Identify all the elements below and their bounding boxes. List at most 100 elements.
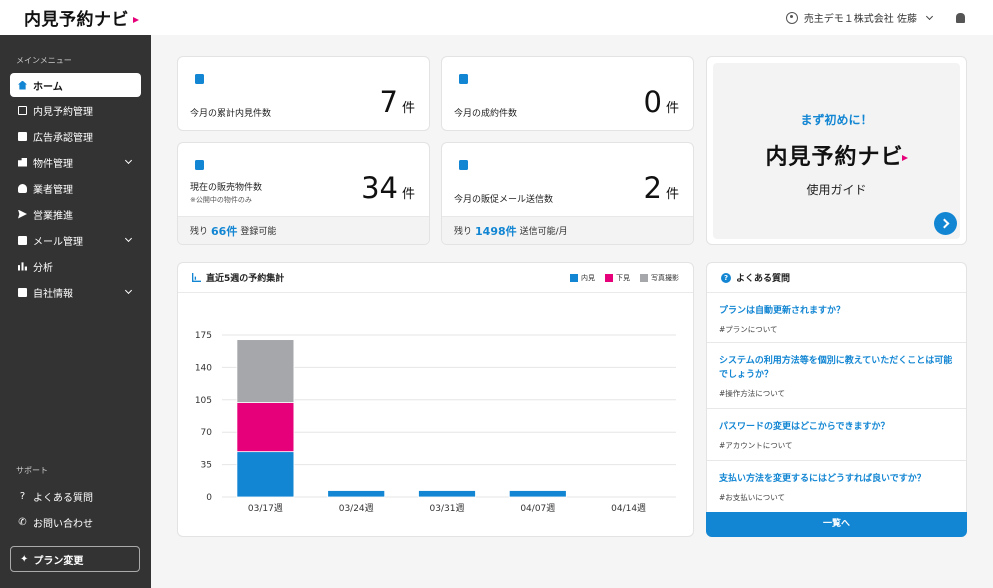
user-name: 売主デモ１株式会社 佐藤 xyxy=(803,14,917,25)
legend-item: 下見 xyxy=(605,273,630,283)
bar-chart-icon xyxy=(192,273,201,282)
sidebar-item-mail[interactable]: メール管理 xyxy=(0,227,151,253)
send-icon xyxy=(18,209,27,219)
chevron-down-icon xyxy=(124,234,133,243)
support-label: サポート xyxy=(16,466,48,475)
bar-segment xyxy=(508,490,567,498)
faq-question[interactable]: 支払い方法を変更するにはどうすれば良いですか？ xyxy=(719,472,954,486)
stat-footer-prefix: 残り xyxy=(190,227,209,237)
sidebar-item-label: お問い合わせ xyxy=(33,518,93,530)
faq-tag: #お支払いについて xyxy=(719,493,786,502)
sidebar-item-agents[interactable]: 業者管理 xyxy=(0,175,151,201)
stat-footer: 残り 66件 登録可能 xyxy=(178,216,429,244)
stat-unit: 件 xyxy=(401,187,415,202)
sidebar-item-faq[interactable]: ? よくある質問 xyxy=(0,483,151,509)
logo-arrow-icon xyxy=(901,155,908,161)
legend-swatch xyxy=(570,274,578,282)
x-tick-label: 04/07週 xyxy=(520,503,555,514)
faq-item[interactable]: 支払い方法を変更するにはどうすれば良いですか？ #お支払いについて xyxy=(707,461,966,513)
guide-logo: 内見予約ナビ xyxy=(713,139,960,171)
stat-card-monthly-viewings: 今月の累計内見件数 7件 xyxy=(177,56,430,131)
stat-value: 34 件 xyxy=(361,171,415,205)
briefcase-icon xyxy=(18,287,27,297)
sidebar-item-sales-promotion[interactable]: 営業推進 xyxy=(0,201,151,227)
building-icon xyxy=(195,160,204,170)
home-icon xyxy=(18,80,27,90)
stat-sub-note: ※公開中の物件のみ xyxy=(190,196,252,204)
app-header: 内見予約ナビ 売主デモ１株式会社 佐藤 xyxy=(0,0,993,35)
chevron-down-icon xyxy=(124,286,133,295)
legend-swatch xyxy=(640,274,648,282)
bar-segment xyxy=(418,490,476,498)
chevron-down-icon xyxy=(925,12,934,20)
sidebar-item-label: 広告承認管理 xyxy=(33,132,93,144)
mail-icon xyxy=(18,235,27,245)
stat-value: 0件 xyxy=(644,85,679,119)
stacked-bar-chart: 0 35 70 105 140 175 03/17週 03/24週 03/31週 04/07週 04… xyxy=(195,331,676,514)
stat-card-promo-mails: 今月の販促メール送信数 2件 残り 1498件 送信可能/月 xyxy=(441,142,694,245)
stat-value: 2件 xyxy=(644,171,679,205)
legend-label: 写真撮影 xyxy=(651,274,679,282)
stat-unit: 件 xyxy=(665,101,679,116)
faq-tag: #操作方法について xyxy=(719,389,786,398)
sidebar-item-home[interactable]: ホーム xyxy=(10,73,141,97)
guide-banner: まず初めに！ 内見予約ナビ 使用ガイド xyxy=(713,63,960,239)
bar-chart-icon xyxy=(18,262,27,271)
sidebar: メインメニュー ホーム 内見予約管理 広告承認管理 物件管理 業者管理 営業推進 xyxy=(0,35,151,588)
stat-number: 2 xyxy=(643,171,662,205)
sidebar-item-properties[interactable]: 物件管理 xyxy=(0,149,151,175)
y-tick-label: 0 xyxy=(206,493,212,503)
stat-label: 今月の累計内見件数 xyxy=(190,109,272,119)
stat-number: 7 xyxy=(379,85,398,119)
logo-arrow-icon xyxy=(133,16,139,23)
sidebar-item-label: 営業推進 xyxy=(33,210,73,222)
sidebar-item-label: ホーム xyxy=(33,81,63,93)
faq-question[interactable]: システムの利用方法等を個別に教えていただくことは可能でしょうか？ xyxy=(719,354,954,382)
y-tick-label: 70 xyxy=(201,428,213,438)
faq-tag: #アカウントについて xyxy=(719,441,793,450)
question-circle-icon: ? xyxy=(721,272,731,283)
sparkle-icon: ✦ xyxy=(20,553,29,565)
guide-open-button[interactable] xyxy=(934,212,957,235)
user-menu[interactable]: 売主デモ１株式会社 佐藤 xyxy=(785,10,993,25)
faq-item[interactable]: システムの利用方法等を個別に教えていただくことは可能でしょうか？ #操作方法につ… xyxy=(707,343,966,409)
bell-icon[interactable] xyxy=(956,12,965,23)
sidebar-item-viewing-reservations[interactable]: 内見予約管理 xyxy=(0,97,151,123)
stat-card-monthly-contracts: 今月の成約件数 0件 xyxy=(441,56,694,131)
faq-item[interactable]: パスワードの変更はどこからできますか？ #アカウントについて xyxy=(707,409,966,461)
y-tick-label: 140 xyxy=(195,363,212,373)
app-logo[interactable]: 内見予約ナビ xyxy=(0,5,139,30)
person-icon xyxy=(18,183,27,193)
sidebar-item-label: 業者管理 xyxy=(33,184,73,196)
question-icon: ? xyxy=(19,490,26,502)
y-tick-label: 105 xyxy=(195,396,212,406)
chevron-down-icon xyxy=(124,156,133,165)
sidebar-item-ad-approval[interactable]: 広告承認管理 xyxy=(0,123,151,149)
sidebar-item-company-info[interactable]: 自社情報 xyxy=(0,279,151,305)
stat-label: 今月の販促メール送信数 xyxy=(454,195,554,205)
sidebar-item-contact[interactable]: ✆ お問い合わせ xyxy=(0,509,151,535)
x-tick-label: 03/24週 xyxy=(339,503,374,514)
bar-segment xyxy=(236,339,295,403)
faq-question[interactable]: プランは自動更新されますか？ xyxy=(719,304,954,318)
x-tick-label: 03/31週 xyxy=(430,503,465,514)
faq-title: よくある質問 xyxy=(736,274,791,284)
stat-footer-prefix: 残り xyxy=(454,227,473,237)
faq-header: ? よくある質問 xyxy=(707,263,966,293)
guide-logo-text: 内見予約ナビ xyxy=(765,145,904,170)
faq-see-all-button[interactable]: 一覧へ xyxy=(706,512,967,537)
usage-guide-card[interactable]: まず初めに！ 内見予約ナビ 使用ガイド xyxy=(706,56,967,245)
sidebar-item-analytics[interactable]: 分析 xyxy=(0,253,151,279)
weekly-bookings-chart-card: 直近5週の予約集計 内見 下見 写真撮影 0 35 70 105 140 175 03/17… xyxy=(177,262,694,537)
bar-segment xyxy=(327,490,386,498)
x-tick-label: 04/14週 xyxy=(611,503,646,514)
legend-item: 内見 xyxy=(570,273,595,283)
chart-legend: 内見 下見 写真撮影 xyxy=(570,273,679,283)
legend-item: 写真撮影 xyxy=(640,273,679,283)
plan-change-button[interactable]: ✦ プラン変更 xyxy=(10,546,140,572)
faq-item[interactable]: プランは自動更新されますか？ #プランについて xyxy=(707,293,966,343)
faq-question[interactable]: パスワードの変更はどこからできますか？ xyxy=(719,420,954,434)
logo-text: 内見予約ナビ xyxy=(24,10,129,30)
mail-icon xyxy=(459,160,468,170)
guide-subtitle: 使用ガイド xyxy=(806,183,867,197)
